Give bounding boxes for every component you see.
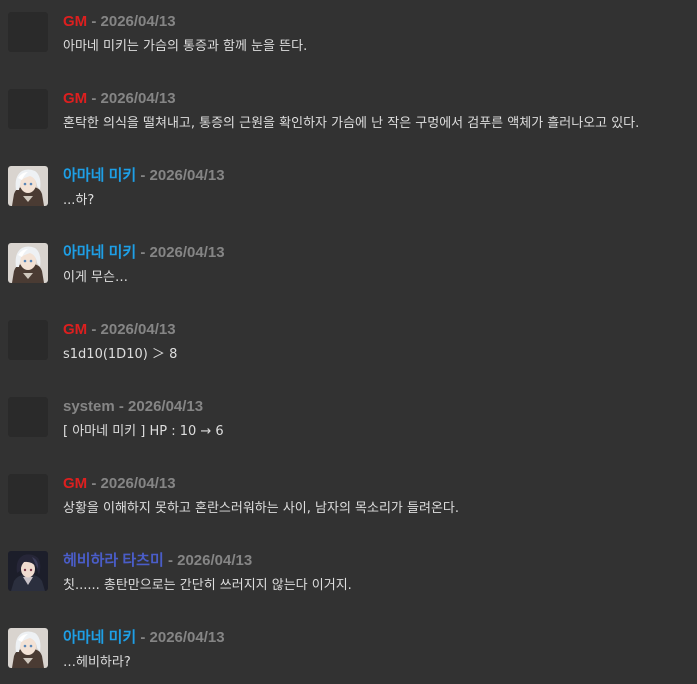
chat-message: 아마네 미키 - 2026/04/13 ...하?: [0, 154, 697, 231]
avatar-placeholder: [8, 397, 48, 437]
avatar-placeholder: [8, 12, 48, 52]
timestamp: 2026/04/13: [149, 244, 225, 261]
chat-message: GM - 2026/04/13 아마네 미키는 가슴의 통증과 함께 눈을 뜬다…: [0, 0, 697, 77]
timestamp: 2026/04/13: [100, 90, 176, 107]
speaker-name: 아마네 미키: [63, 629, 137, 646]
separator: -: [87, 13, 101, 30]
separator: -: [114, 398, 129, 415]
dark-haired-man-icon: [8, 551, 48, 591]
white-haired-girl-avatar: [8, 628, 48, 668]
white-haired-girl-icon: [8, 166, 48, 206]
timestamp: 2026/04/13: [100, 321, 176, 338]
chat-message: GM - 2026/04/13 혼탁한 의식을 떨쳐내고, 통증의 근원을 확인…: [0, 77, 697, 154]
speaker-name: GM: [63, 90, 88, 107]
message-text: ...하?: [63, 193, 95, 208]
separator: -: [136, 167, 150, 184]
message-header: GM - 2026/04/13: [63, 475, 176, 493]
chat-message: GM - 2026/04/13 상황을 이해하지 못하고 혼란스러워하는 사이,…: [0, 462, 697, 539]
message-text: 이게 무슨…: [63, 270, 128, 285]
timestamp: 2026/04/13: [177, 552, 253, 569]
speaker-name: GM: [63, 321, 88, 338]
message-header: 아마네 미키 - 2026/04/13: [63, 629, 225, 647]
message-header: 헤비하라 타츠미 - 2026/04/13: [63, 552, 252, 570]
avatar-placeholder: [8, 320, 48, 360]
separator: -: [87, 321, 101, 338]
message-text: 상황을 이해하지 못하고 혼란스러워하는 사이, 남자의 목소리가 들려온다.: [63, 501, 459, 516]
speaker-name: system: [63, 398, 115, 415]
timestamp: 2026/04/13: [149, 629, 225, 646]
white-haired-girl-avatar: [8, 166, 48, 206]
chat-message: system - 2026/04/13 [ 아마네 미키 ] HP : 10 →…: [0, 385, 697, 462]
chat-message: 헤비하라 타츠미 - 2026/04/13 칫...... 총탄만으로는 간단히…: [0, 539, 697, 616]
message-header: 아마네 미키 - 2026/04/13: [63, 244, 225, 262]
message-header: GM - 2026/04/13: [63, 90, 176, 108]
chat-message: 아마네 미키 - 2026/04/13 …헤비하라?: [0, 616, 697, 684]
chat-log: GM - 2026/04/13 아마네 미키는 가슴의 통증과 함께 눈을 뜬다…: [0, 0, 697, 684]
avatar-placeholder: [8, 474, 48, 514]
white-haired-girl-avatar: [8, 243, 48, 283]
speaker-name: GM: [63, 13, 88, 30]
separator: -: [87, 90, 101, 107]
message-header: 아마네 미키 - 2026/04/13: [63, 167, 225, 185]
message-header: system - 2026/04/13: [63, 398, 203, 416]
timestamp: 2026/04/13: [100, 13, 176, 30]
timestamp: 2026/04/13: [128, 398, 204, 415]
message-text: 칫...... 총탄만으로는 간단히 쓰러지지 않는다 이거지.: [63, 578, 352, 593]
timestamp: 2026/04/13: [149, 167, 225, 184]
timestamp: 2026/04/13: [100, 475, 176, 492]
dark-haired-man-avatar: [8, 551, 48, 591]
message-text: [ 아마네 미키 ] HP : 10 → 6: [63, 424, 224, 439]
chat-message: 아마네 미키 - 2026/04/13 이게 무슨…: [0, 231, 697, 308]
speaker-name: 아마네 미키: [63, 244, 137, 261]
separator: -: [136, 244, 150, 261]
separator: -: [136, 629, 150, 646]
message-text: 아마네 미키는 가슴의 통증과 함께 눈을 뜬다.: [63, 39, 308, 54]
separator: -: [163, 552, 178, 569]
message-header: GM - 2026/04/13: [63, 321, 176, 339]
message-text: 혼탁한 의식을 떨쳐내고, 통증의 근원을 확인하자 가슴에 난 작은 구멍에서…: [63, 116, 640, 131]
speaker-name: 헤비하라 타츠미: [63, 552, 164, 569]
message-text: s1d10(1D10) ＞ 8: [63, 347, 178, 362]
avatar-placeholder: [8, 89, 48, 129]
white-haired-girl-icon: [8, 628, 48, 668]
message-text: …헤비하라?: [63, 655, 131, 670]
speaker-name: GM: [63, 475, 88, 492]
message-header: GM - 2026/04/13: [63, 13, 176, 31]
white-haired-girl-icon: [8, 243, 48, 283]
separator: -: [87, 475, 101, 492]
speaker-name: 아마네 미키: [63, 167, 137, 184]
chat-message: GM - 2026/04/13 s1d10(1D10) ＞ 8: [0, 308, 697, 385]
